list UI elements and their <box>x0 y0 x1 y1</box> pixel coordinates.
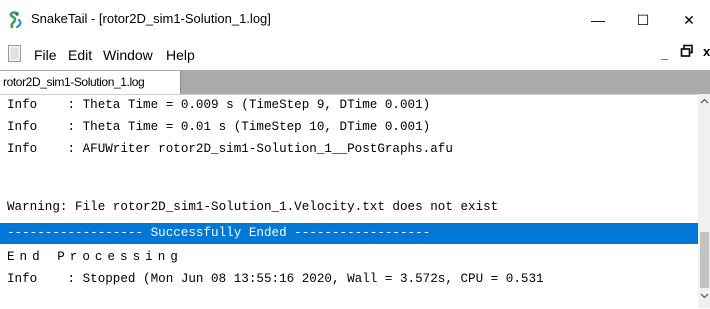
close-button[interactable]: ✕ <box>666 0 710 40</box>
log-line-highlighted: ------------------ Successfully Ended --… <box>0 223 698 244</box>
menu-help[interactable]: Help <box>166 47 195 63</box>
tab-log-file[interactable]: rotor2D_sim1-Solution_1.log <box>0 71 181 94</box>
menu-file[interactable]: File <box>34 47 57 63</box>
window-title: SnakeTail - [rotor2D_sim1-Solution_1.log… <box>31 11 271 26</box>
snake-icon <box>9 11 22 29</box>
scroll-up-arrow-icon[interactable] <box>700 98 709 104</box>
log-view[interactable]: Info : Theta Time = 0.009 s (TimeStep 9,… <box>0 94 698 309</box>
log-line: Info : Theta Time = 0.009 s (TimeStep 9,… <box>7 98 431 112</box>
document-icon[interactable] <box>8 45 21 62</box>
mdi-minimize-button[interactable]: _ <box>661 46 668 61</box>
mdi-close-button[interactable]: x <box>703 44 710 59</box>
log-line: Info : AFUWriter rotor2D_sim1-Solution_1… <box>7 142 453 156</box>
log-line: Info : Theta Time = 0.01 s (TimeStep 10,… <box>7 120 431 134</box>
log-line: Info : Stopped (Mon Jun 08 13:55:16 2020… <box>7 272 544 286</box>
menu-edit[interactable]: Edit <box>68 47 92 63</box>
minimize-button[interactable]: — <box>575 0 621 40</box>
log-line: End Processing <box>7 250 183 264</box>
scrollbar-thumb[interactable] <box>700 232 709 288</box>
maximize-button[interactable]: ☐ <box>620 0 666 40</box>
scroll-down-arrow-icon[interactable] <box>700 293 709 299</box>
restore-icon[interactable] <box>680 44 694 58</box>
menu-window[interactable]: Window <box>103 47 153 63</box>
log-line: Warning: File rotor2D_sim1-Solution_1.Ve… <box>7 200 499 214</box>
